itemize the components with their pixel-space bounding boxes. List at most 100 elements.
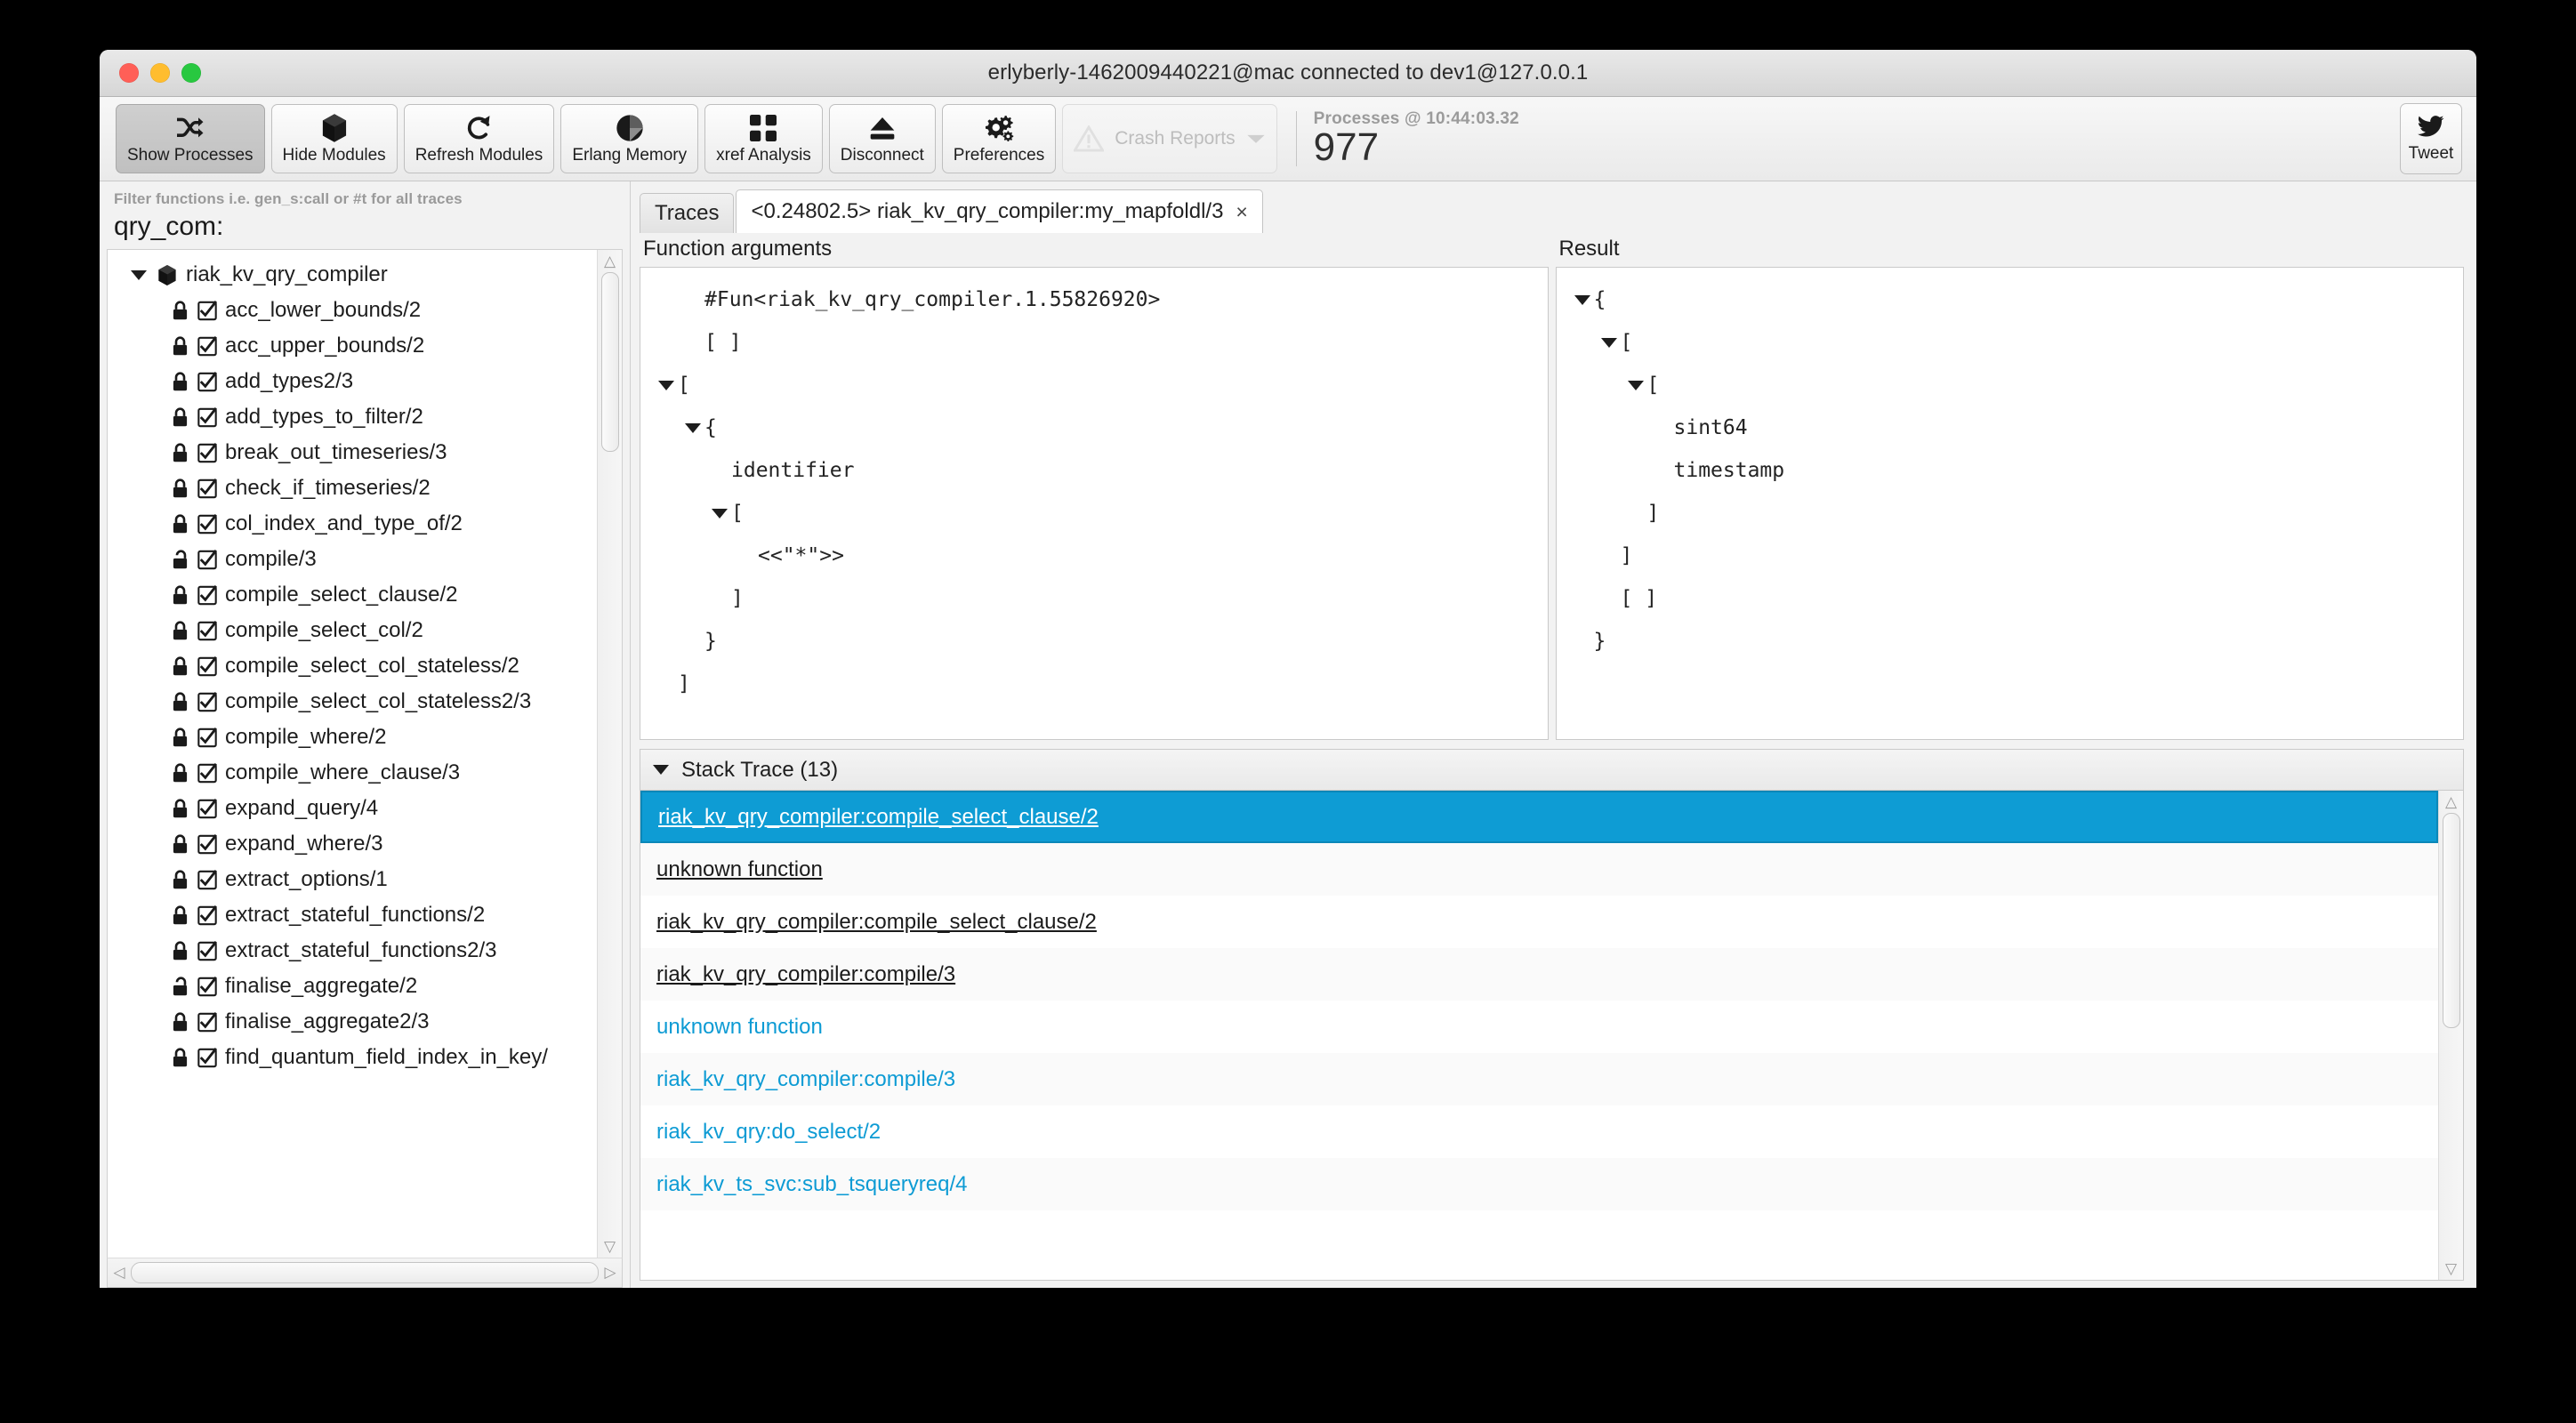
erlang-memory-button[interactable]: Erlang Memory bbox=[560, 104, 698, 173]
lock-closed-icon[interactable] bbox=[170, 1048, 189, 1067]
scroll-right-arrow-icon[interactable]: ▷ bbox=[599, 1264, 622, 1282]
result-tree-node[interactable]: [ ] bbox=[1557, 577, 2464, 620]
lock-closed-icon[interactable] bbox=[170, 941, 189, 961]
chevron-down-icon[interactable] bbox=[1598, 338, 1621, 348]
checkbox-icon[interactable] bbox=[197, 763, 217, 783]
tree-function-node[interactable]: compile_where/2 bbox=[108, 720, 597, 755]
tree-function-node[interactable]: acc_lower_bounds/2 bbox=[108, 293, 597, 328]
filter-input[interactable] bbox=[114, 208, 616, 244]
lock-closed-icon[interactable] bbox=[170, 763, 189, 783]
crash-reports-button[interactable]: Crash Reports bbox=[1062, 104, 1276, 173]
tab[interactable]: <0.24802.5> riak_kv_qry_compiler:my_mapf… bbox=[736, 189, 1262, 233]
tree-function-node[interactable]: compile/3 bbox=[108, 542, 597, 577]
checkbox-icon[interactable] bbox=[197, 478, 217, 498]
checkbox-icon[interactable] bbox=[197, 905, 217, 925]
tree-function-node[interactable]: extract_options/1 bbox=[108, 862, 597, 897]
checkbox-icon[interactable] bbox=[197, 692, 217, 712]
stack-trace-link[interactable]: riak_kv_qry_compiler:compile/3 bbox=[656, 1067, 955, 1092]
stack-trace-row[interactable]: riak_kv_qry_compiler:compile_select_clau… bbox=[640, 896, 2438, 948]
lock-closed-icon[interactable] bbox=[170, 301, 189, 320]
result-tree-node[interactable]: ] bbox=[1557, 535, 2464, 577]
stack-trace-row[interactable]: riak_kv_qry_compiler:compile/3 bbox=[640, 948, 2438, 1001]
tree-function-node[interactable]: col_index_and_type_of/2 bbox=[108, 506, 597, 542]
lock-closed-icon[interactable] bbox=[170, 407, 189, 427]
chevron-down-icon[interactable] bbox=[651, 760, 671, 780]
lock-closed-icon[interactable] bbox=[170, 728, 189, 747]
stack-trace-row[interactable]: riak_kv_qry_compiler:compile_select_clau… bbox=[640, 791, 2438, 843]
sidebar-horizontal-scrollbar[interactable]: ◁ ▷ bbox=[107, 1258, 623, 1288]
stack-trace-row[interactable]: riak_kv_qry_compiler:compile/3 bbox=[640, 1053, 2438, 1105]
argument-tree-node[interactable]: [ bbox=[640, 492, 1548, 535]
stack-trace-link[interactable]: unknown function bbox=[656, 857, 823, 882]
argument-tree-node[interactable]: ] bbox=[640, 577, 1548, 620]
chevron-down-icon[interactable] bbox=[1571, 295, 1594, 305]
checkbox-icon[interactable] bbox=[197, 301, 217, 320]
checkbox-icon[interactable] bbox=[197, 514, 217, 534]
refresh-modules-button[interactable]: Refresh Modules bbox=[404, 104, 555, 173]
stack-trace-link[interactable]: riak_kv_qry_compiler:compile_select_clau… bbox=[656, 910, 1097, 935]
tree-function-node[interactable]: compile_select_col/2 bbox=[108, 613, 597, 648]
checkbox-icon[interactable] bbox=[197, 1012, 217, 1032]
lock-open-icon[interactable] bbox=[170, 977, 189, 996]
tree-function-node[interactable]: finalise_aggregate2/3 bbox=[108, 1004, 597, 1040]
lock-closed-icon[interactable] bbox=[170, 443, 189, 462]
result-tree-node[interactable]: { bbox=[1557, 278, 2464, 321]
scroll-thumb-horizontal[interactable] bbox=[131, 1262, 599, 1283]
show-processes-button[interactable]: Show Processes bbox=[116, 104, 265, 173]
result-tree-node[interactable]: } bbox=[1557, 620, 2464, 663]
lock-closed-icon[interactable] bbox=[170, 834, 189, 854]
tree-function-node[interactable]: extract_stateful_functions2/3 bbox=[108, 933, 597, 969]
checkbox-icon[interactable] bbox=[197, 336, 217, 356]
tree-function-node[interactable]: extract_stateful_functions/2 bbox=[108, 897, 597, 933]
tree-function-node[interactable]: add_types2/3 bbox=[108, 364, 597, 399]
stack-trace-vertical-scrollbar[interactable]: △ ▽ bbox=[2438, 791, 2463, 1280]
checkbox-icon[interactable] bbox=[197, 834, 217, 854]
lock-closed-icon[interactable] bbox=[170, 799, 189, 818]
stack-trace-header[interactable]: Stack Trace (13) bbox=[640, 749, 2464, 790]
preferences-button[interactable]: Preferences bbox=[942, 104, 1056, 173]
minimize-window-button[interactable] bbox=[150, 63, 170, 83]
close-icon[interactable]: × bbox=[1236, 200, 1247, 224]
lock-closed-icon[interactable] bbox=[170, 870, 189, 889]
tree-function-node[interactable]: add_types_to_filter/2 bbox=[108, 399, 597, 435]
lock-closed-icon[interactable] bbox=[170, 585, 189, 605]
result-tree[interactable]: {[[sint64timestamp]][ ]} bbox=[1556, 267, 2465, 740]
checkbox-icon[interactable] bbox=[197, 585, 217, 605]
lock-closed-icon[interactable] bbox=[170, 514, 189, 534]
stack-trace-row[interactable]: riak_kv_ts_svc:sub_tsqueryreq/4 bbox=[640, 1158, 2438, 1210]
tree-function-node[interactable]: compile_select_col_stateless/2 bbox=[108, 648, 597, 684]
sidebar-vertical-scrollbar[interactable]: △ ▽ bbox=[597, 250, 622, 1258]
checkbox-icon[interactable] bbox=[197, 621, 217, 640]
tree-function-node[interactable]: break_out_timeseries/3 bbox=[108, 435, 597, 470]
checkbox-icon[interactable] bbox=[197, 407, 217, 427]
lock-closed-icon[interactable] bbox=[170, 1012, 189, 1032]
tweet-button[interactable]: Tweet bbox=[2400, 103, 2462, 174]
stack-trace-row[interactable]: unknown function bbox=[640, 843, 2438, 896]
result-tree-node[interactable]: [ bbox=[1557, 321, 2464, 364]
tree-module-node[interactable]: riak_kv_qry_compiler bbox=[108, 257, 597, 293]
tree-function-node[interactable]: finalise_aggregate/2 bbox=[108, 969, 597, 1004]
tree-function-node[interactable]: compile_select_col_stateless2/3 bbox=[108, 684, 597, 720]
lock-closed-icon[interactable] bbox=[170, 905, 189, 925]
lock-closed-icon[interactable] bbox=[170, 336, 189, 356]
tree-function-node[interactable]: expand_where/3 bbox=[108, 826, 597, 862]
stack-trace-link[interactable]: riak_kv_ts_svc:sub_tsqueryreq/4 bbox=[656, 1172, 968, 1197]
tree-function-node[interactable]: compile_select_clause/2 bbox=[108, 577, 597, 613]
scroll-up-arrow-icon[interactable]: △ bbox=[2445, 794, 2457, 809]
module-tree[interactable]: riak_kv_qry_compiler acc_lower_bounds/2a… bbox=[108, 250, 597, 1258]
argument-tree-node[interactable]: { bbox=[640, 406, 1548, 449]
lock-closed-icon[interactable] bbox=[170, 692, 189, 712]
checkbox-icon[interactable] bbox=[197, 728, 217, 747]
checkbox-icon[interactable] bbox=[197, 1048, 217, 1067]
scroll-up-arrow-icon[interactable]: △ bbox=[604, 253, 616, 269]
close-window-button[interactable] bbox=[119, 63, 139, 83]
scroll-thumb[interactable] bbox=[2443, 813, 2460, 1028]
stack-trace-link[interactable]: riak_kv_qry:do_select/2 bbox=[656, 1120, 881, 1145]
lock-open-icon[interactable] bbox=[170, 550, 189, 569]
lock-closed-icon[interactable] bbox=[170, 478, 189, 498]
chevron-down-icon[interactable] bbox=[1624, 381, 1647, 390]
scroll-thumb[interactable] bbox=[601, 272, 619, 452]
argument-tree-node[interactable]: [ ] bbox=[640, 321, 1548, 364]
lock-closed-icon[interactable] bbox=[170, 372, 189, 391]
maximize-window-button[interactable] bbox=[181, 63, 201, 83]
